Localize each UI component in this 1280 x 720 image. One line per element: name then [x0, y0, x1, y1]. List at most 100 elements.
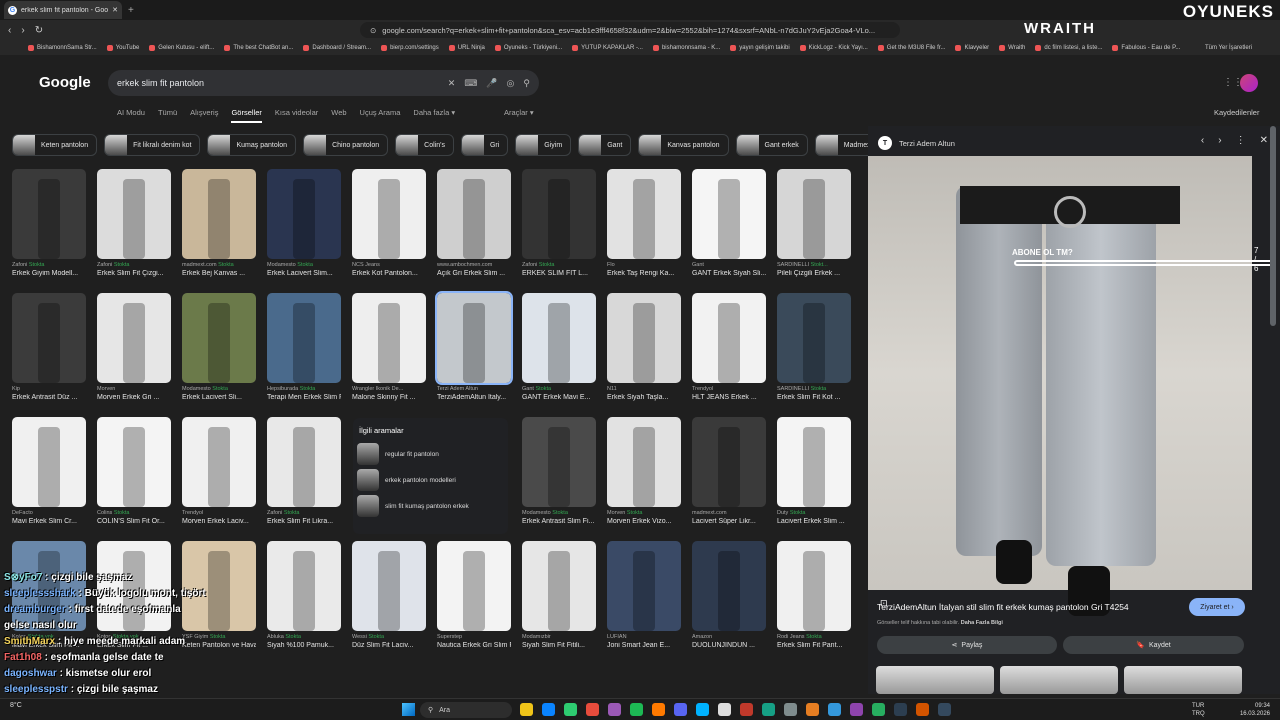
clock[interactable]: 09:34 16.03.2026	[1240, 702, 1270, 718]
search-icon[interactable]: ⚲	[523, 78, 530, 89]
thumbnail[interactable]	[1000, 666, 1118, 694]
result-thumbnail[interactable]	[692, 417, 766, 507]
keyboard-icon[interactable]: ⌨	[464, 78, 477, 89]
taskbar-app-icon[interactable]	[850, 703, 863, 716]
filter-chip[interactable]: Giyim	[515, 134, 572, 156]
site-info-icon[interactable]: ⊙	[370, 26, 376, 35]
result-title[interactable]: Erkek Lacivert Sli...	[182, 394, 256, 401]
result-title[interactable]: COLIN'S Slim Fit Or...	[97, 518, 171, 525]
search-tab[interactable]: Kısa videolar	[275, 108, 318, 123]
result-thumbnail[interactable]	[352, 293, 426, 383]
image-result[interactable]: Wrangler İkonik De... Malone Skinny Fit …	[352, 293, 426, 401]
image-result[interactable]: madmext.com Lacivert Süper Likr...	[692, 417, 766, 525]
image-result[interactable]: Zafoni Stokta Erkek Slim Fit Çizgi...	[97, 169, 171, 277]
weather-widget[interactable]: 8°C	[10, 702, 22, 709]
bookmark-item[interactable]: BishamonnSama Str...	[28, 44, 97, 51]
more-options-icon[interactable]: ⋮	[1236, 135, 1246, 146]
new-tab-button[interactable]: +	[128, 5, 134, 16]
bookmark-item[interactable]: Gelen Kutusu - elift...	[149, 44, 214, 51]
image-result[interactable]: Amazon DUOLUNJINDUN ...	[692, 541, 766, 649]
image-result[interactable]: Zafoni Stokta Erkek Slim Fit Likra...	[267, 417, 341, 525]
result-title[interactable]: DUOLUNJINDUN ...	[692, 642, 766, 649]
result-thumbnail[interactable]	[692, 541, 766, 631]
result-thumbnail[interactable]	[607, 169, 681, 259]
result-thumbnail[interactable]	[97, 293, 171, 383]
image-result[interactable]: Morven Stokta Morven Erkek Vizo...	[607, 417, 681, 525]
image-result[interactable]: SARDINELLI Stokta Erkek Slim Fit Kot ...	[777, 293, 851, 401]
result-thumbnail[interactable]	[607, 293, 681, 383]
result-title[interactable]: Pileli Çizgili Erkek ...	[777, 270, 851, 277]
url-field[interactable]: ⊙ google.com/search?q=erkek+slim+fit+pan…	[360, 22, 900, 38]
result-title[interactable]: Erkek Slim Fit Likra...	[267, 518, 341, 525]
result-thumbnail[interactable]	[352, 169, 426, 259]
filter-chip[interactable]: Chino pantolon	[303, 134, 389, 156]
result-title[interactable]: Erkek Taş Rengi Ka...	[607, 270, 681, 277]
taskbar-app-icon[interactable]	[542, 703, 555, 716]
result-title[interactable]: Erkek Slim Fit Çizgi...	[97, 270, 171, 277]
close-tab-icon[interactable]: ✕	[112, 6, 118, 14]
tools-button[interactable]: Araçlar ▾	[504, 108, 534, 117]
result-title[interactable]: Erkek Slim Fit Kot ...	[777, 394, 851, 401]
browser-tab[interactable]: G erkek slim fit pantolon - Google ✕	[4, 1, 122, 19]
image-result[interactable]: Zafoni Stokta ERKEK SLIM FIT L...	[522, 169, 596, 277]
result-thumbnail[interactable]	[267, 417, 341, 507]
related-search-item[interactable]: regular fit pantolon	[357, 443, 504, 465]
result-title[interactable]: Erkek Slim Fit Pant...	[777, 642, 851, 649]
result-thumbnail[interactable]	[267, 169, 341, 259]
bookmark-item[interactable]: YouTube	[106, 44, 139, 51]
result-thumbnail[interactable]	[182, 417, 256, 507]
search-tab[interactable]: Görseller	[231, 108, 262, 123]
saved-button[interactable]: Kaydedilenler	[1214, 108, 1259, 117]
image-result[interactable]: Abluka Stokta Siyah %100 Pamuk...	[267, 541, 341, 649]
result-thumbnail[interactable]	[522, 541, 596, 631]
bookmark-item[interactable]: Klavyeler	[955, 44, 989, 51]
bookmark-item[interactable]: Dashboard / Stream...	[303, 44, 371, 51]
filter-chip[interactable]: Kumaş pantolon	[207, 134, 297, 156]
image-result[interactable]: Modamesto Stokta Erkek Lacivert Sli...	[182, 293, 256, 401]
lens-icon[interactable]: ◎	[507, 78, 515, 89]
image-result[interactable]: Hepsiburada Stokta Terapi Men Erkek Slim …	[267, 293, 341, 401]
result-title[interactable]: Açık Gri Erkek Slim ...	[437, 270, 511, 277]
taskbar-app-icon[interactable]	[762, 703, 775, 716]
result-title[interactable]: Düz Slim Fit Laciv...	[352, 642, 426, 649]
bookmark-item[interactable]: The best ChatBot an...	[224, 44, 293, 51]
bookmark-item[interactable]: bishamonnsama - K...	[652, 44, 720, 51]
result-title[interactable]: Siyah %100 Pamuk...	[267, 642, 341, 649]
visit-button[interactable]: Ziyaret et ›	[1189, 598, 1245, 616]
result-title[interactable]: Mavi Erkek Slim Cr...	[12, 518, 86, 525]
search-tab[interactable]: Uçuş Arama	[360, 108, 401, 123]
search-tab[interactable]: Web	[331, 108, 346, 123]
filter-chip[interactable]: Gant erkek	[735, 134, 808, 156]
result-thumbnail[interactable]	[692, 293, 766, 383]
result-title[interactable]: Morven Erkek Laciv...	[182, 518, 256, 525]
related-search-item[interactable]: erkek pantolon modelleri	[357, 469, 504, 491]
search-tab[interactable]: Tümü	[158, 108, 177, 123]
result-title[interactable]: Erkek Kot Pantolon...	[352, 270, 426, 277]
related-search-item[interactable]: slim fit kumaş pantolon erkek	[357, 495, 504, 517]
image-result[interactable]: Modamesto Stokta Erkek Antrasit Slim Fi..…	[522, 417, 596, 525]
taskbar-app-icon[interactable]	[916, 703, 929, 716]
bookmark-item[interactable]: Oyuneks - Türkiyeni...	[494, 44, 562, 51]
bookmark-item[interactable]: YUTUP KAPAKLAR -...	[572, 44, 643, 51]
result-title[interactable]: Joni Smart Jean E...	[607, 642, 681, 649]
result-thumbnail[interactable]	[522, 169, 596, 259]
result-thumbnail[interactable]	[182, 169, 256, 259]
search-input[interactable]: erkek slim fit pantolon	[117, 78, 439, 88]
image-result[interactable]: Kip Erkek Antrasit Düz ...	[12, 293, 86, 401]
image-result[interactable]: NCS Jeans Erkek Kot Pantolon...	[352, 169, 426, 277]
scrollbar[interactable]	[1270, 126, 1276, 326]
result-title[interactable]: GANT Erkek Siyah Sli...	[692, 270, 766, 277]
taskbar-app-icon[interactable]	[938, 703, 951, 716]
result-thumbnail[interactable]	[267, 541, 341, 631]
panel-source[interactable]: T Terzi Adem Altun	[878, 136, 955, 150]
result-thumbnail[interactable]	[607, 541, 681, 631]
image-result[interactable]: SARDINELLI Stokt... Pileli Çizgili Erkek …	[777, 169, 851, 277]
share-button[interactable]: ⋖ Paylaş	[877, 636, 1057, 654]
save-button[interactable]: 🔖 Kaydet	[1063, 636, 1244, 654]
filter-chip[interactable]: Colin's	[395, 134, 454, 156]
result-thumbnail[interactable]	[12, 417, 86, 507]
taskbar-app-icon[interactable]	[608, 703, 621, 716]
taskbar-app-icon[interactable]	[806, 703, 819, 716]
result-thumbnail[interactable]	[267, 293, 341, 383]
bookmark-item[interactable]: bierp.com/settings	[381, 44, 439, 51]
